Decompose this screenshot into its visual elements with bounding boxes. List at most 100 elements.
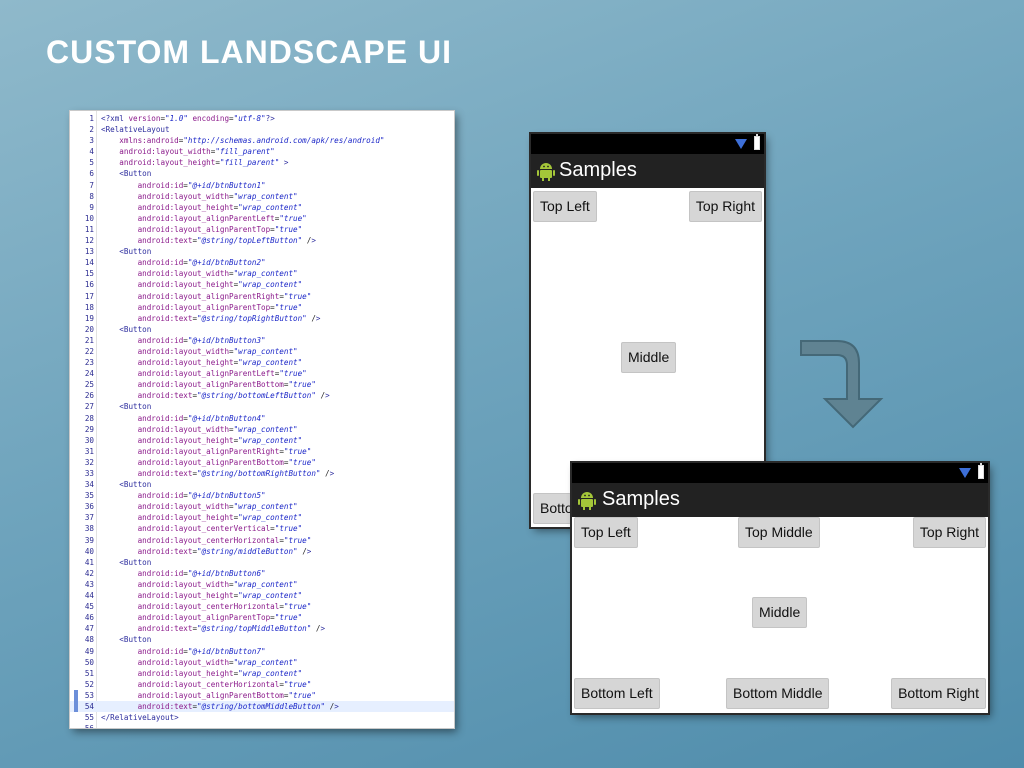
line-number: 24 [84, 369, 94, 379]
line-number: 1 [89, 114, 94, 123]
code-text: <RelativeLayout [101, 125, 170, 135]
line-number: 8 [89, 191, 94, 201]
code-text: android:layout_alignParentRight="true" [137, 291, 312, 301]
code-text: android:text="@string/bottomLeftButton" … [137, 391, 330, 401]
code-text: android:id="@+id/btnButton4" [137, 413, 266, 423]
code-text: android:layout_alignParentTop="true" [137, 224, 303, 234]
line-number: 50 [84, 657, 94, 667]
line-number: 35 [84, 491, 94, 501]
top-right-button[interactable]: Top Right [688, 191, 762, 222]
code-text: android:layout_width="wrap_content" [137, 424, 298, 434]
code-line: 26 android:text="@string/bottomLeftButto… [70, 390, 454, 401]
line-number: 15 [84, 269, 94, 279]
code-line: 24 android:layout_alignParentLeft="true" [70, 368, 454, 379]
code-lines: 1 <?xml version="1.0" encoding="utf-8"?> 2… [70, 113, 454, 728]
line-number: 6 [89, 169, 94, 179]
code-text: android:id="@+id/btnButton5" [137, 491, 266, 501]
code-text: android:layout_width="wrap_content" [137, 269, 298, 279]
line-number: 7 [89, 180, 94, 190]
status-bar [531, 134, 764, 154]
line-number: 9 [89, 202, 94, 212]
line-number: 34 [84, 480, 94, 490]
code-line: 32 android:layout_alignParentBottom="tru… [70, 457, 454, 468]
code-text: android:layout_height="wrap_content" [137, 668, 303, 678]
code-line: 10 android:layout_alignParentLeft="true" [70, 213, 454, 224]
code-line: 12 android:text="@string/topLeftButton" … [70, 235, 454, 246]
line-number: 32 [84, 457, 94, 467]
code-text: <Button [119, 247, 152, 257]
code-line: 22 android:layout_width="wrap_content" [70, 346, 454, 357]
code-text: android:layout_width="wrap_content" [137, 579, 298, 589]
code-text: android:layout_centerHorizontal="true" [137, 679, 312, 689]
code-text: android:id="@+id/btnButton1" [137, 180, 266, 190]
middle-button[interactable]: Middle [621, 342, 677, 373]
code-line: 43 android:layout_width="wrap_content" [70, 579, 454, 590]
line-number: 56 [70, 723, 94, 728]
action-bar: Samples [531, 154, 764, 188]
code-line: 7 android:id="@+id/btnButton1" [70, 180, 454, 191]
code-text: <?xml version="1.0" encoding="utf-8"?> [101, 114, 275, 123]
line-number: 49 [84, 646, 94, 656]
code-line: 23 android:layout_height="wrap_content" [70, 357, 454, 368]
android-app-icon [578, 492, 596, 510]
code-text: android:layout_height="wrap_content" [137, 513, 303, 523]
code-line: 40 android:text="@string/middleButton" /… [70, 546, 454, 557]
action-bar: Samples [572, 483, 988, 517]
line-number: 17 [84, 291, 94, 301]
line-number: 4 [89, 147, 94, 157]
code-text: android:layout_width="fill_parent" [119, 147, 275, 157]
top-middle-button[interactable]: Top Middle [738, 517, 820, 548]
code-text: <Button [119, 480, 152, 490]
code-text: android:text="@string/bottomRightButton"… [137, 469, 335, 478]
code-text: android:id="@+id/btnButton3" [137, 335, 266, 345]
line-number: 42 [84, 568, 94, 578]
line-number: 45 [84, 602, 94, 612]
code-text: android:layout_centerHorizontal="true" [137, 535, 312, 545]
bottom-middle-button[interactable]: Bottom Middle [726, 678, 830, 709]
code-text: android:layout_width="wrap_content" [137, 502, 298, 512]
code-line: 2 <RelativeLayout [70, 124, 454, 135]
code-text: <Button [119, 557, 152, 567]
bottom-right-button[interactable]: Bottom Right [891, 678, 986, 709]
bottom-left-button[interactable]: Bottom Left [574, 678, 660, 709]
slide-title: CUSTOM LANDSCAPE UI [46, 34, 452, 70]
code-text: android:id="@+id/btnButton2" [137, 258, 266, 268]
top-left-button[interactable]: Top Left [574, 517, 638, 548]
top-right-button[interactable]: Top Right [912, 517, 986, 548]
code-text: android:text="@string/middleButton" /> [137, 546, 312, 556]
code-text: android:layout_alignParentLeft="true" [137, 213, 307, 223]
code-text: android:layout_alignParentLeft="true" [137, 369, 307, 379]
code-line: 25 android:layout_alignParentBottom="tru… [70, 379, 454, 390]
line-number: 38 [84, 524, 94, 534]
code-text: android:layout_centerHorizontal="true" [137, 602, 312, 612]
code-line: 6 <Button [70, 168, 454, 179]
top-left-button[interactable]: Top Left [533, 191, 597, 222]
line-number: 31 [84, 446, 94, 456]
line-number: 29 [84, 424, 94, 434]
code-text: android:layout_height="wrap_content" [137, 591, 303, 601]
battery-icon [978, 463, 984, 479]
line-number: 25 [84, 380, 94, 390]
wifi-signal-icon [735, 139, 747, 149]
code-text: android:layout_alignParentRight="true" [137, 446, 312, 456]
wifi-signal-icon [959, 468, 971, 478]
code-line: 38 android:layout_centerVertical="true" [70, 523, 454, 534]
code-text: <Button [119, 402, 152, 412]
code-text: xmlns:android="http://schemas.android.co… [119, 136, 385, 146]
android-app-icon [537, 163, 555, 181]
code-line: 53 android:layout_alignParentBottom="tru… [70, 689, 454, 701]
code-line: 34 <Button [70, 479, 454, 490]
code-line: 4 android:layout_width="fill_parent" [70, 146, 454, 157]
code-line: 50 android:layout_width="wrap_content" [70, 657, 454, 668]
code-text: android:layout_width="wrap_content" [137, 346, 298, 356]
code-text: android:layout_alignParentTop="true" [137, 302, 303, 312]
code-line: 11 android:layout_alignParentTop="true" [70, 224, 454, 235]
line-number: 5 [89, 158, 94, 168]
middle-button[interactable]: Middle [752, 597, 808, 628]
line-number: 37 [84, 513, 94, 523]
line-number: 30 [84, 435, 94, 445]
line-number: 41 [84, 557, 94, 567]
line-number: 28 [84, 413, 94, 423]
curved-down-arrow-icon [800, 340, 884, 429]
code-line: 5 android:layout_height="fill_parent" > [70, 157, 454, 168]
